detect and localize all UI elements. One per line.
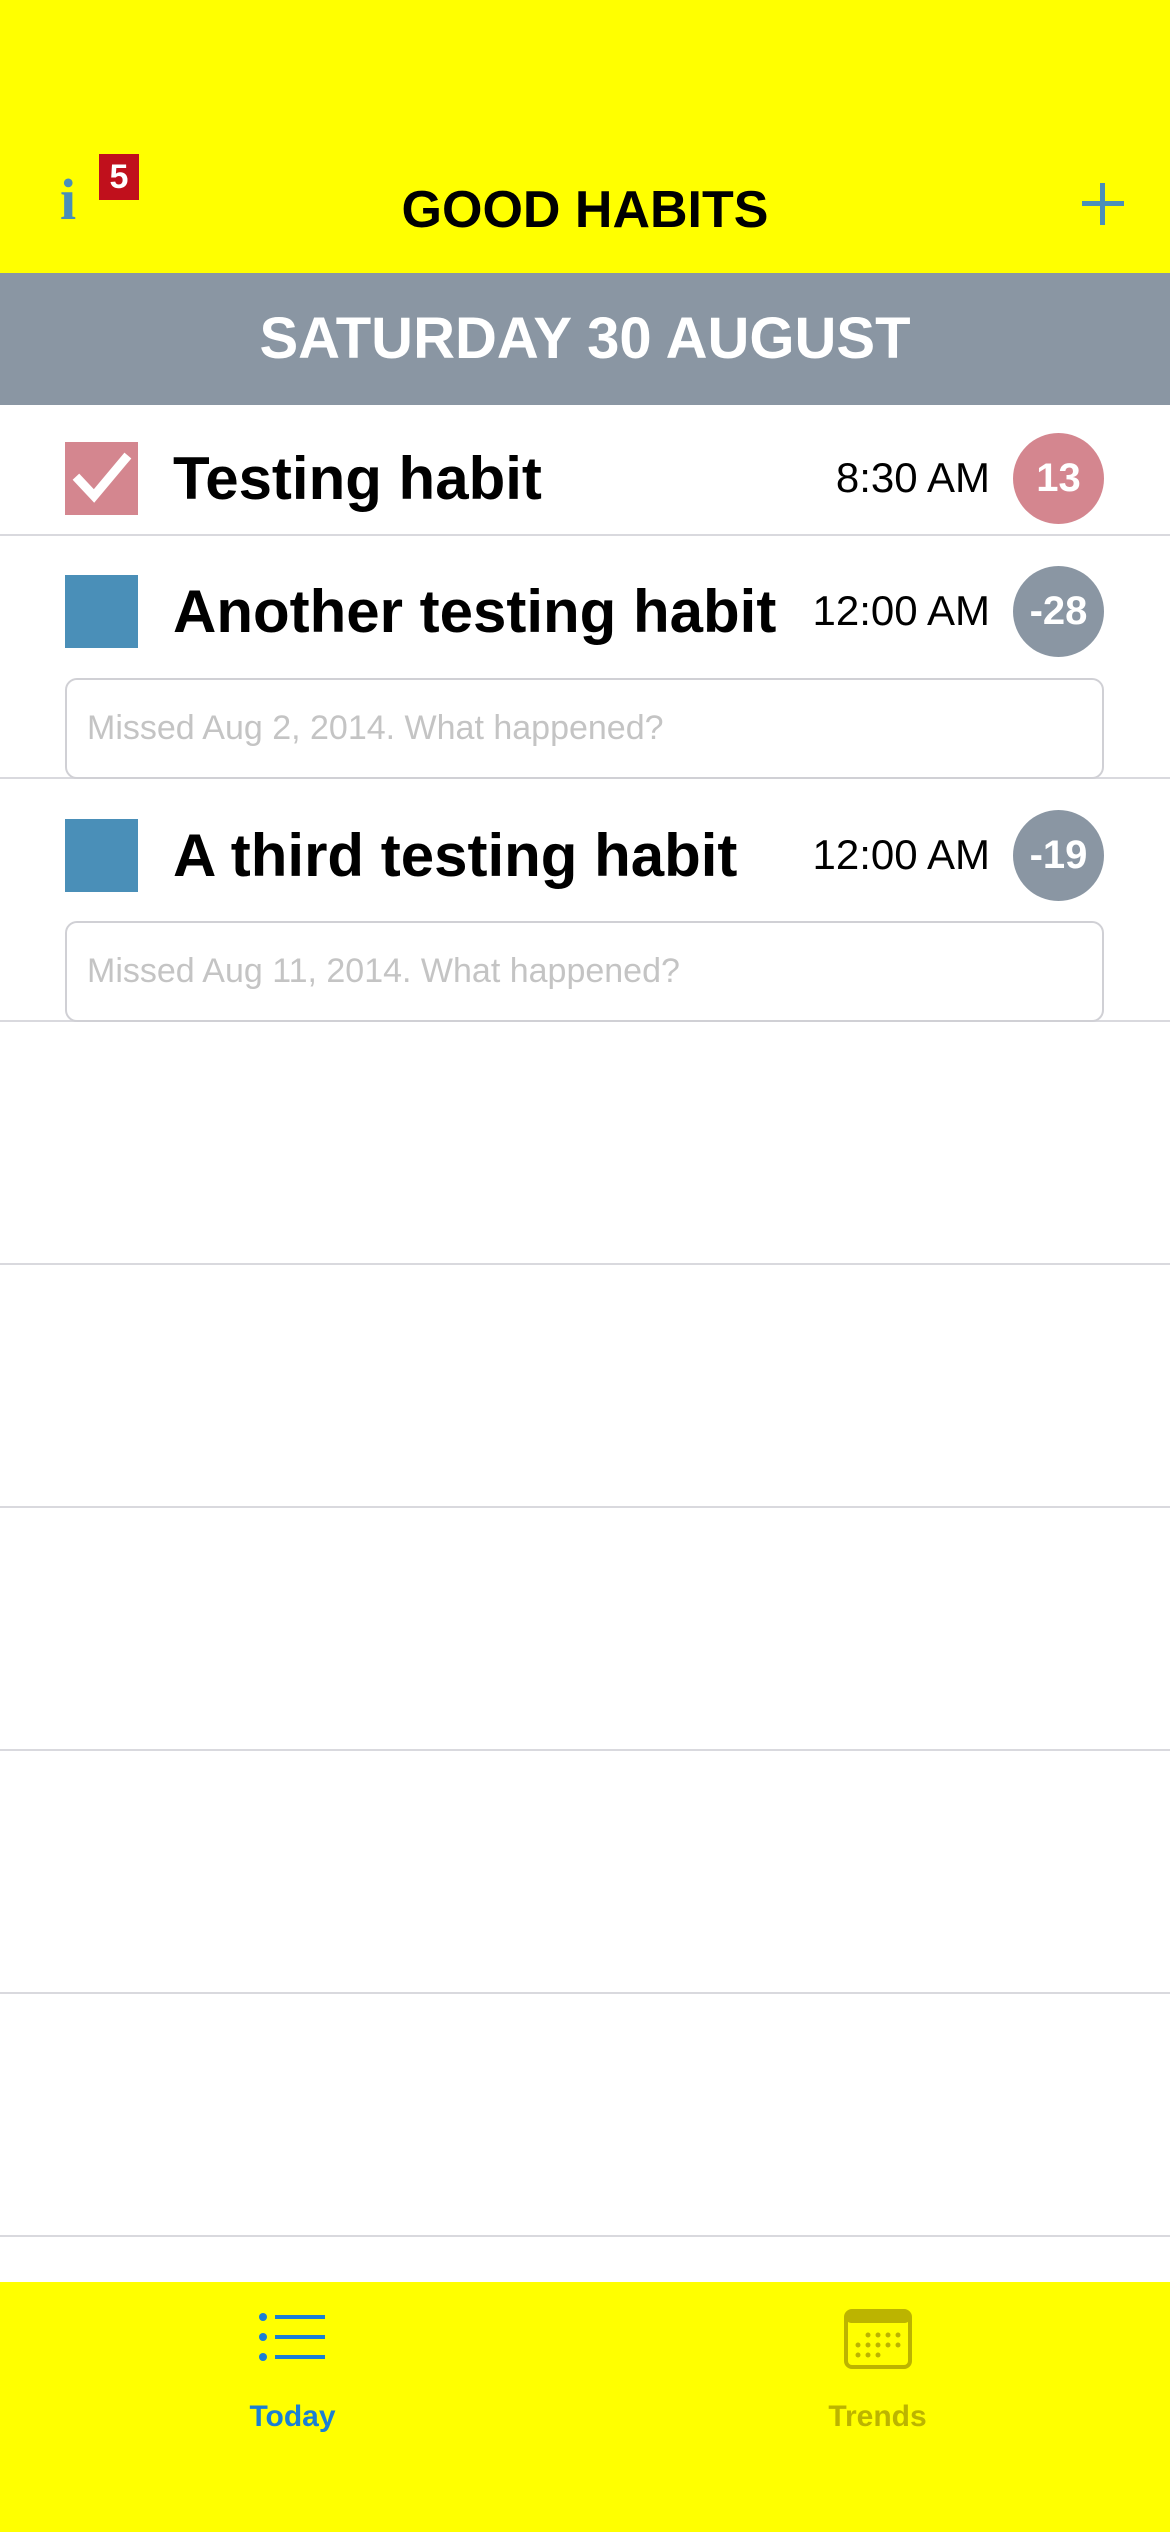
app-title: GOOD HABITS xyxy=(401,181,769,239)
empty-row xyxy=(0,1265,1170,1508)
habit-name: Another testing habit xyxy=(173,578,777,645)
habit-name: Testing habit xyxy=(173,445,542,512)
habit-checkbox-checked[interactable] xyxy=(65,442,138,515)
tab-trends[interactable]: Trends xyxy=(585,2282,1170,2482)
empty-row xyxy=(0,1508,1170,1751)
empty-row xyxy=(0,1751,1170,1994)
tab-bar: Today Trends xyxy=(0,2282,1170,2532)
habit-row[interactable]: Testing habit 8:30 AM 13 xyxy=(0,405,1170,536)
empty-row xyxy=(0,1022,1170,1265)
habit-row[interactable]: A third testing habit 12:00 AM -19 xyxy=(0,779,1170,1022)
habit-checkbox[interactable] xyxy=(65,575,138,648)
calendar-icon xyxy=(843,2309,912,2369)
habit-row[interactable]: Another testing habit 12:00 AM -28 xyxy=(0,536,1170,779)
habit-time: 8:30 AM xyxy=(835,454,990,501)
habit-time: 12:00 AM xyxy=(812,587,990,634)
list-icon xyxy=(258,2313,325,2361)
date-banner: SATURDAY 30 AUGUST xyxy=(0,273,1170,405)
streak-badge: -28 xyxy=(1013,566,1104,657)
nav-bar: i 5 GOOD HABITS xyxy=(0,0,1170,273)
missed-note-input[interactable] xyxy=(65,921,1104,1022)
checkmark-icon xyxy=(72,452,132,503)
tab-label: Today xyxy=(249,2400,336,2433)
habit-time: 12:00 AM xyxy=(812,831,990,878)
habit-name: A third testing habit xyxy=(173,822,738,889)
streak-badge: 13 xyxy=(1013,433,1104,524)
tab-label: Trends xyxy=(828,2400,927,2433)
tab-today[interactable]: Today xyxy=(0,2282,585,2482)
empty-row xyxy=(0,1994,1170,2237)
streak-badge: -19 xyxy=(1013,810,1104,901)
missed-note-input[interactable] xyxy=(65,678,1104,779)
add-habit-button[interactable] xyxy=(1070,170,1136,236)
habit-checkbox[interactable] xyxy=(65,819,138,892)
